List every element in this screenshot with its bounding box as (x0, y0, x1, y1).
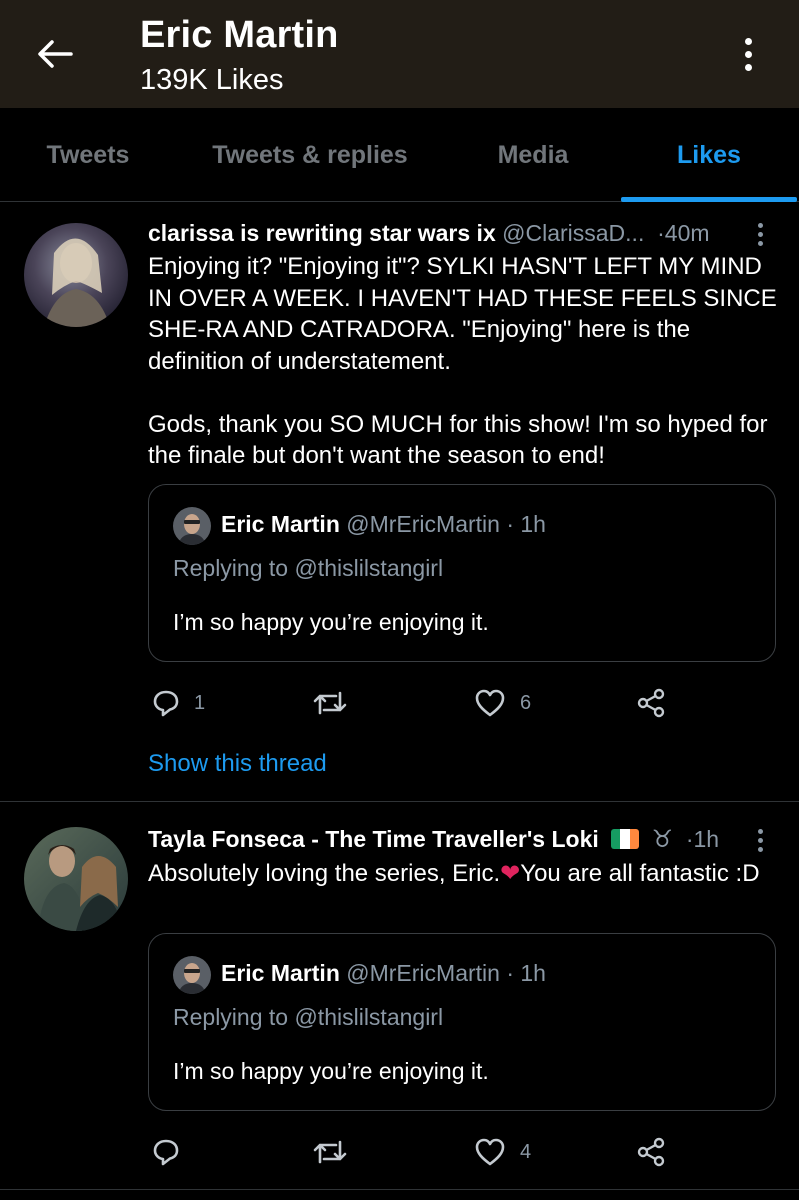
ireland-flag-icon (611, 829, 640, 849)
tweet-actions: 4 (148, 1130, 788, 1174)
author-name[interactable]: Tayla Fonseca - The Time Traveller's Lok… (148, 826, 599, 852)
active-tab-indicator (621, 197, 797, 202)
quote-author-name: Eric Martin (221, 960, 340, 986)
profile-tabs: Tweets Tweets & replies Media Likes (0, 108, 799, 202)
quote-text: I’m so happy you’re enjoying it. (173, 1058, 489, 1084)
tweet-header: clarissa is rewriting star wars ix @Clar… (148, 220, 710, 246)
back-button[interactable] (30, 32, 80, 76)
heart-icon (475, 1138, 505, 1166)
taurus-icon: ♉ (651, 826, 674, 853)
tweet-text: Absolutely loving the series, Eric.❤You … (148, 860, 760, 887)
top-app-bar: Eric Martin 139K Likes (0, 0, 799, 108)
like-count: 4 (520, 1140, 532, 1163)
likes-count: 139K Likes (140, 64, 284, 96)
tab-media[interactable]: Media (470, 108, 596, 202)
profile-name: Eric Martin (140, 14, 339, 56)
share-button[interactable] (636, 681, 666, 725)
tweet-time[interactable]: 40m (665, 220, 710, 246)
tweet-more-button[interactable] (748, 823, 772, 857)
tab-tweets[interactable]: Tweets (24, 108, 152, 202)
tweet-text: Enjoying it? "Enjoying it"? SYLKI HASN'T… (148, 253, 777, 469)
share-button[interactable] (636, 1130, 666, 1174)
quote-meta: @MrEricMartin · 1h (346, 960, 546, 986)
more-vertical-icon (744, 37, 752, 45)
reply-button[interactable]: 1 (152, 681, 205, 725)
author-handle[interactable]: @ClarissaD... (502, 220, 644, 246)
avatar[interactable] (24, 827, 128, 931)
tab-likes[interactable]: Likes (621, 108, 797, 202)
share-icon (637, 1137, 665, 1167)
quote-author-name: Eric Martin (221, 511, 340, 537)
share-icon (637, 688, 665, 718)
retweet-icon (313, 691, 347, 715)
retweet-button[interactable] (312, 681, 362, 725)
more-vertical-icon (757, 222, 763, 228)
avatar[interactable] (24, 223, 128, 327)
quoted-tweet[interactable]: Eric Martin @MrEricMartin · 1h Replying … (148, 933, 776, 1111)
replying-to: Replying to @thislilstangirl (173, 1004, 444, 1030)
more-vertical-icon (757, 828, 763, 834)
reply-button[interactable] (152, 1130, 194, 1174)
tweet-header: Tayla Fonseca - The Time Traveller's Lok… (148, 826, 720, 853)
more-options-button[interactable] (728, 30, 768, 78)
reply-icon (153, 690, 179, 717)
heart-icon (475, 689, 505, 717)
reply-count: 1 (194, 691, 206, 714)
show-thread-link[interactable]: Show this thread (148, 750, 327, 778)
tweet-more-button[interactable] (748, 217, 772, 251)
tweet-card[interactable]: Tayla Fonseca - The Time Traveller's Lok… (0, 803, 799, 1190)
avatar (173, 507, 211, 545)
reply-icon (153, 1139, 179, 1166)
author-name[interactable]: clarissa is rewriting star wars ix (148, 220, 496, 246)
tweet-actions: 1 6 (148, 681, 788, 725)
like-count: 6 (520, 691, 532, 714)
arrow-left-icon (38, 40, 73, 68)
tweet-time[interactable]: 1h (694, 826, 720, 852)
quote-meta: @MrEricMartin · 1h (346, 511, 546, 537)
retweet-button[interactable] (312, 1130, 362, 1174)
quote-text: I’m so happy you’re enjoying it. (173, 609, 489, 635)
like-button[interactable]: 4 (474, 1130, 531, 1174)
heart-emoji-icon: ❤ (500, 860, 521, 887)
tweet-card[interactable]: clarissa is rewriting star wars ix @Clar… (0, 203, 799, 802)
like-button[interactable]: 6 (474, 681, 531, 725)
tab-tweets-replies[interactable]: Tweets & replies (200, 108, 420, 202)
retweet-icon (313, 1140, 347, 1164)
avatar (173, 956, 211, 994)
replying-to: Replying to @thislilstangirl (173, 555, 444, 581)
quoted-tweet[interactable]: Eric Martin @MrEricMartin · 1h Replying … (148, 484, 776, 662)
